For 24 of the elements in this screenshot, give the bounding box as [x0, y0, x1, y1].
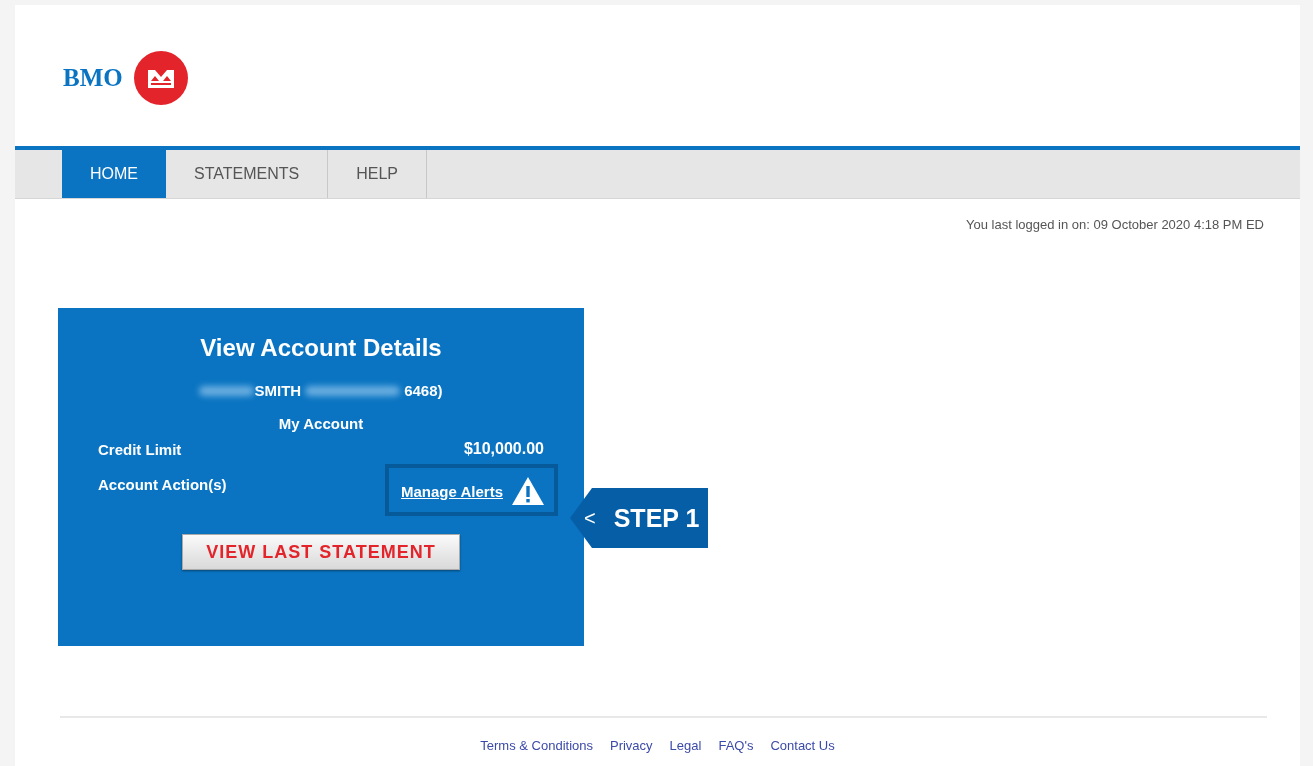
footer-link[interactable]: Contact Us — [770, 737, 835, 753]
warning-icon — [511, 476, 545, 506]
footer-link[interactable]: Legal — [669, 737, 702, 753]
account-name: My Account — [277, 415, 365, 432]
footer-link[interactable]: Terms & Conditions — [480, 737, 593, 753]
account-holder-name: SMITH — [254, 382, 302, 399]
credit-limit-value: $10,000.00 — [463, 440, 544, 458]
nav-tab[interactable]: STATEMENTS — [166, 150, 329, 198]
footer-link[interactable]: Privacy — [610, 737, 653, 753]
card-title: View Account Details — [199, 334, 443, 362]
logo-icon — [132, 49, 189, 106]
step-label: STEP 1 — [613, 503, 700, 533]
redacted-text — [199, 385, 255, 396]
nav-tab[interactable]: HOME — [62, 150, 166, 198]
footer-link[interactable]: FAQ's — [718, 737, 754, 753]
view-last-statement-button[interactable]: VIEW LAST STATEMENT — [182, 534, 460, 570]
chevron-icon: < — [584, 506, 596, 530]
logo-text: BMO — [63, 63, 123, 92]
manage-alerts-link[interactable]: Manage Alerts — [401, 482, 503, 500]
credit-limit-label: Credit Limit — [98, 440, 182, 458]
nav-tab[interactable]: HELP — [328, 150, 427, 198]
account-number: 6468) — [404, 382, 443, 399]
account-actions-label: Account Action(s) — [98, 476, 227, 493]
last-login-text: You last logged in on: 09 October 2020 4:18 PM ED — [966, 217, 1264, 232]
